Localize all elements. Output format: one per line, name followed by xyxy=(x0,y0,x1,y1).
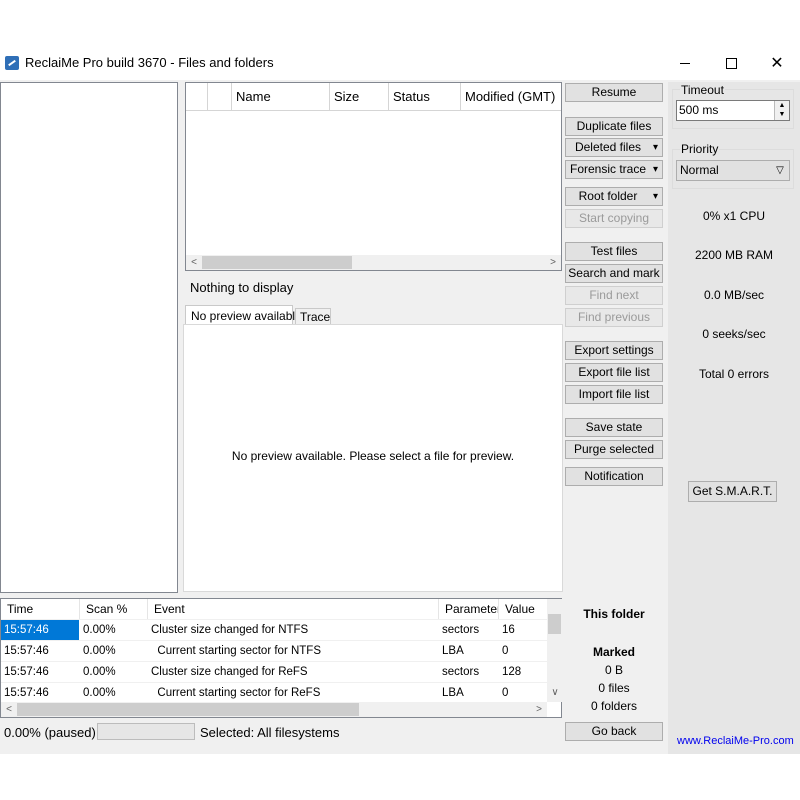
scroll-left-arrow-icon[interactable]: < xyxy=(186,255,202,270)
spin-down-icon[interactable]: ▼ xyxy=(774,110,789,120)
cpu-stat: 0% x1 CPU xyxy=(702,209,766,223)
log-cell-event: Cluster size changed for ReFS xyxy=(151,666,308,678)
log-cell-event: Current starting sector for ReFS xyxy=(151,687,321,699)
scroll-right-arrow-icon[interactable]: > xyxy=(531,702,547,717)
priority-label: Priority xyxy=(680,142,720,156)
find-previous-button[interactable]: Find previous xyxy=(565,308,663,327)
marked-folders: 0 folders xyxy=(590,699,638,713)
website-link[interactable]: www.ReclaiMe-Pro.com xyxy=(677,735,794,747)
log-cell-event: Cluster size changed for NTFS xyxy=(151,624,309,636)
export-settings-button[interactable]: Export settings xyxy=(565,341,663,360)
log-cell-value: 0 xyxy=(502,645,509,657)
tab-no-preview[interactable]: No preview available xyxy=(185,305,302,325)
scroll-left-arrow-icon[interactable]: < xyxy=(1,702,17,717)
file-list-horizontal-scrollbar[interactable]: < > xyxy=(186,255,561,270)
log-row[interactable]: 15:57:46 0.00% Cluster size changed for … xyxy=(1,619,547,641)
preview-pane: No preview available. Please select a fi… xyxy=(183,324,563,592)
column-header-status[interactable]: Status xyxy=(389,83,461,111)
log-cell-parameter: LBA xyxy=(442,687,464,699)
forensic-trace-dropdown[interactable]: Forensic trace xyxy=(565,160,663,179)
duplicate-files-button[interactable]: Duplicate files xyxy=(565,117,663,136)
log-cell-time: 15:57:46 xyxy=(4,687,49,699)
close-button[interactable]: ✕ xyxy=(754,46,800,80)
errors-stat: Total 0 errors xyxy=(698,367,770,381)
log-header-parameter[interactable]: Parameter xyxy=(439,599,499,619)
spin-up-icon[interactable]: ▲ xyxy=(774,101,789,110)
start-copying-button[interactable]: Start copying xyxy=(565,209,663,228)
go-back-button[interactable]: Go back xyxy=(565,722,663,741)
minimize-button[interactable] xyxy=(662,46,708,80)
log-cell-scan: 0.00% xyxy=(83,687,116,699)
scroll-thumb[interactable] xyxy=(548,614,561,634)
log-header-time[interactable]: Time xyxy=(1,599,80,619)
seeks-stat: 0 seeks/sec xyxy=(702,327,766,341)
log-cell-scan: 0.00% xyxy=(83,645,116,657)
purge-selected-button[interactable]: Purge selected xyxy=(565,440,663,459)
timeout-label: Timeout xyxy=(680,83,725,97)
resume-button[interactable]: Resume xyxy=(565,83,663,102)
log-cell-value: 16 xyxy=(502,624,515,636)
save-state-button[interactable]: Save state xyxy=(565,418,663,437)
column-header-name[interactable]: Name xyxy=(232,83,330,111)
log-cell-time: 15:57:46 xyxy=(4,645,49,657)
log-cell-event: Current starting sector for NTFS xyxy=(151,645,321,657)
progress-status-text: 0.00% (paused) xyxy=(4,725,96,740)
log-row[interactable]: 15:57:46 0.00% Current starting sector f… xyxy=(1,640,547,661)
log-cell-scan: 0.00% xyxy=(83,624,116,636)
column-header-icon[interactable] xyxy=(208,83,232,111)
log-cell-time: 15:57:46 xyxy=(1,620,79,641)
app-icon xyxy=(5,56,19,70)
log-cell-parameter: sectors xyxy=(442,624,480,636)
log-cell-value: 0 xyxy=(502,687,509,699)
log-header-scan[interactable]: Scan % xyxy=(80,599,148,619)
log-horizontal-scrollbar[interactable]: < > xyxy=(1,702,547,717)
progress-bar xyxy=(97,723,195,740)
empty-list-message: Nothing to display xyxy=(190,280,294,295)
log-row[interactable]: 15:57:46 0.00% Current starting sector f… xyxy=(1,682,547,702)
deleted-files-dropdown[interactable]: Deleted files xyxy=(565,138,663,157)
notification-button[interactable]: Notification xyxy=(565,467,663,486)
get-smart-button[interactable]: Get S.M.A.R.T. xyxy=(688,481,777,502)
search-and-mark-button[interactable]: Search and mark xyxy=(565,264,663,283)
column-header-check[interactable] xyxy=(186,83,208,111)
root-folder-dropdown[interactable]: Root folder xyxy=(565,187,663,206)
scroll-right-arrow-icon[interactable]: > xyxy=(545,255,561,270)
log-cell-parameter: LBA xyxy=(442,645,464,657)
column-header-modified[interactable]: Modified (GMT) xyxy=(461,83,561,111)
maximize-button[interactable] xyxy=(708,46,754,80)
marked-files: 0 files xyxy=(598,681,630,695)
log-cell-time: 15:57:46 xyxy=(4,666,49,678)
title-bar: ReclaiMe Pro build 3670 - Files and fold… xyxy=(0,46,800,80)
chevron-down-icon[interactable]: ▽ xyxy=(772,160,788,181)
test-files-button[interactable]: Test files xyxy=(565,242,663,261)
log-row[interactable]: 15:57:46 0.00% Cluster size changed for … xyxy=(1,661,547,682)
selected-filesystems: Selected: All filesystems xyxy=(200,725,340,740)
marked-size: 0 B xyxy=(604,663,623,677)
find-next-button[interactable]: Find next xyxy=(565,286,663,305)
file-list[interactable]: Name Size Status Modified (GMT) < > xyxy=(185,82,562,271)
log-vertical-scrollbar[interactable]: ∨ xyxy=(547,599,562,702)
timeout-input[interactable]: 500 ms xyxy=(676,100,790,121)
window-title: ReclaiMe Pro build 3670 - Files and fold… xyxy=(25,55,274,70)
log-cell-scan: 0.00% xyxy=(83,666,116,678)
ram-stat: 2200 MB RAM xyxy=(694,248,774,262)
folder-tree[interactable] xyxy=(0,82,178,593)
import-file-list-button[interactable]: Import file list xyxy=(565,385,663,404)
scroll-thumb[interactable] xyxy=(202,256,352,269)
this-folder-label: This folder xyxy=(583,607,645,621)
export-file-list-button[interactable]: Export file list xyxy=(565,363,663,382)
marked-label: Marked xyxy=(592,645,636,659)
log-cell-parameter: sectors xyxy=(442,666,480,678)
column-header-size[interactable]: Size xyxy=(330,83,389,111)
speed-stat: 0.0 MB/sec xyxy=(703,288,765,302)
log-cell-value: 128 xyxy=(502,666,522,678)
log-header-event[interactable]: Event xyxy=(148,599,439,619)
scroll-thumb[interactable] xyxy=(17,703,359,716)
log-header-value[interactable]: Value xyxy=(499,599,547,619)
scroll-down-arrow-icon[interactable]: ∨ xyxy=(547,685,563,700)
preview-message: No preview available. Please select a fi… xyxy=(231,449,515,463)
file-list-header: Name Size Status Modified (GMT) xyxy=(186,83,561,111)
event-log-table[interactable]: Time Scan % Event Parameter Value 15:57:… xyxy=(0,598,562,718)
